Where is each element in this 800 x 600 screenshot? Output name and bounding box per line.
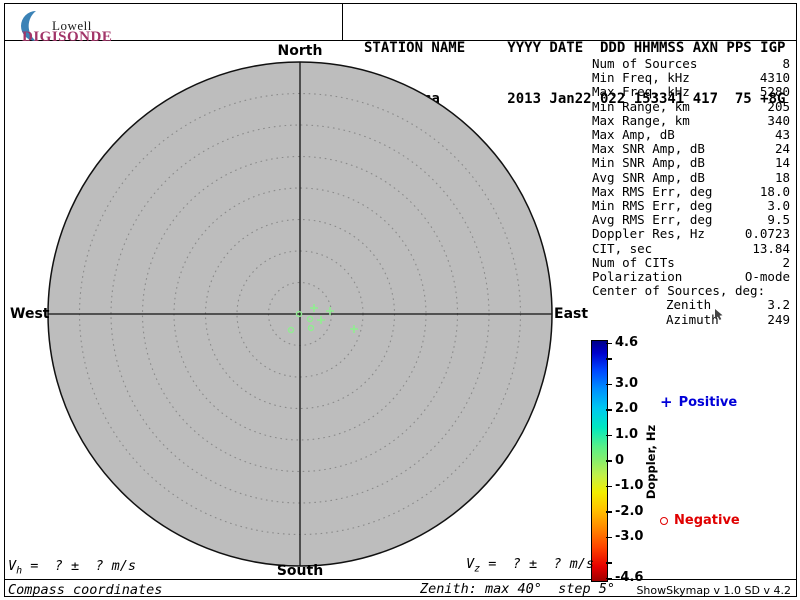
stats-label: Doppler Res, Hz: [592, 226, 705, 242]
colorbar-tick: [606, 409, 612, 411]
stats-value: 18: [774, 169, 790, 185]
stats-row: Avg RMS Err, deg 9.5: [592, 213, 790, 227]
stats-label: Min Range, km: [592, 98, 690, 114]
stats-row: Num of Sources 8: [592, 56, 790, 71]
stats-row: Avg SNR Amp, dB 18: [592, 169, 790, 185]
stats-row: Min Freq, kHz 4310: [592, 71, 790, 85]
stats-row: Min Range, km 205: [592, 98, 790, 114]
colorbar-tick-label: -4.6: [615, 570, 644, 585]
stats-label: Min RMS Err, deg: [592, 198, 713, 214]
stats-value: 2: [782, 254, 790, 270]
colorbar-tick-label: -2.0: [615, 503, 644, 519]
stats-panel: Num of Sources 8 Min Freq, kHz 4310 Max Freq…: [592, 56, 790, 327]
stats-label: Max Range, km: [592, 112, 690, 128]
stats-label: CIT, sec: [592, 240, 653, 256]
compass-coordinates-note: Compass coordinates: [8, 582, 163, 598]
colorbar-tick: [606, 562, 612, 564]
colorbar-tick: [606, 485, 612, 488]
colorbar-tick: [606, 577, 612, 580]
stats-value: 9.5: [767, 212, 790, 228]
stats-value: 3.2: [767, 297, 790, 313]
stats-label: Min Freq, kHz: [592, 70, 690, 86]
stats-value: 8: [782, 56, 790, 71]
colorbar-tick: [606, 434, 612, 437]
stats-row: Center of Sources, deg:: [592, 284, 790, 298]
stats-label: Azimuth: [666, 311, 719, 327]
colorbar-tick: [606, 358, 612, 360]
colorbar-tick: [606, 383, 612, 386]
stats-row: Max RMS Err, deg 18.0: [592, 183, 790, 199]
vertical-velocity-readout: Vz = ? ± ? m/s: [466, 556, 594, 575]
colorbar-tick-label: 1.0: [615, 426, 639, 442]
stats-value: 205: [767, 98, 790, 114]
stats-value: 24: [774, 141, 790, 157]
legend-positive: + Positive: [660, 393, 737, 411]
stats-value: 43: [774, 127, 790, 143]
compass-label-west: West: [10, 306, 50, 322]
compass-label-south: South: [276, 563, 324, 579]
stats-label: Zenith: [666, 297, 712, 313]
stats-value: 340: [767, 112, 790, 128]
stats-value: 0.0723: [744, 226, 790, 242]
stats-value: O-mode: [744, 269, 790, 285]
mouse-cursor-icon: [715, 309, 723, 320]
stats-value: 14: [774, 155, 790, 171]
stats-row: Num of CITs 2: [592, 254, 790, 270]
stats-value: 18.0: [759, 183, 790, 199]
stats-row: Azimuth 249: [592, 311, 790, 327]
plus-marker-icon: +: [660, 393, 673, 411]
app-version-label: ShowSkymap v 1.0 SD v 4.2: [636, 584, 791, 597]
stats-value: 249: [767, 311, 790, 327]
stats-row: Doppler Res, Hz 0.0723: [592, 227, 790, 241]
compass-label-east: East: [554, 306, 589, 322]
stats-label: Polarization: [592, 269, 683, 285]
colorbar-tick: [606, 342, 612, 345]
stats-label: Num of Sources: [592, 56, 698, 71]
horizontal-velocity-readout: Vh = ? ± ? m/s: [8, 558, 136, 577]
stats-row: Min SNR Amp, dB 14: [592, 156, 790, 170]
showskymap-window: Lowell DIGISONDE STATION NAME YYYY DATE …: [0, 0, 800, 600]
stats-row: Zenith 3.2: [592, 298, 790, 312]
stats-row: Max Amp, dB 43: [592, 127, 790, 143]
stats-label: Avg RMS Err, deg: [592, 212, 713, 228]
legend-positive-label: Positive: [678, 394, 738, 410]
stats-value: 4310: [759, 70, 790, 86]
stats-label: Max SNR Amp, dB: [592, 141, 705, 157]
stats-value: 5280: [759, 84, 790, 100]
stats-row: Min RMS Err, deg 3.0: [592, 198, 790, 214]
colorbar-tick: [606, 536, 612, 539]
stats-value: 13.84: [752, 240, 790, 256]
stats-row: Polarization O-mode: [592, 269, 790, 285]
circle-marker-icon: [660, 516, 668, 525]
colorbar-tick: [606, 511, 612, 513]
stats-row: Max SNR Amp, dB 24: [592, 142, 790, 156]
colorbar-tick: [606, 460, 612, 462]
stats-label: Center of Sources, deg:: [592, 283, 766, 299]
legend-negative-label: Negative: [674, 513, 740, 528]
colorbar-tick-label: 0: [615, 452, 625, 468]
stats-value: 3.0: [767, 198, 790, 214]
colorbar-tick-label: 3.0: [615, 375, 639, 391]
stats-label: Min SNR Amp, dB: [592, 155, 705, 171]
colorbar-tick-label: 2.0: [615, 401, 639, 417]
colorbar-tick-label: -1.0: [615, 478, 644, 494]
legend-negative: Negative: [660, 513, 740, 528]
colorbar-tick-label: -3.0: [615, 529, 644, 545]
stats-label: Avg SNR Amp, dB: [592, 169, 705, 185]
stats-row: CIT, sec 13.84: [592, 240, 790, 256]
stats-label: Num of CITs: [592, 254, 675, 270]
stats-row: Max Range, km 340: [592, 112, 790, 128]
stats-row: Max Freq, kHz 5280: [592, 85, 790, 99]
compass-label-north: North: [277, 43, 323, 59]
colorbar-tick-label: 4.6: [615, 335, 639, 350]
colorbar-title: Doppler, Hz: [644, 424, 658, 500]
stats-label: Max Amp, dB: [592, 127, 675, 143]
stats-label: Max RMS Err, deg: [592, 183, 713, 199]
stats-label: Max Freq, kHz: [592, 84, 690, 100]
